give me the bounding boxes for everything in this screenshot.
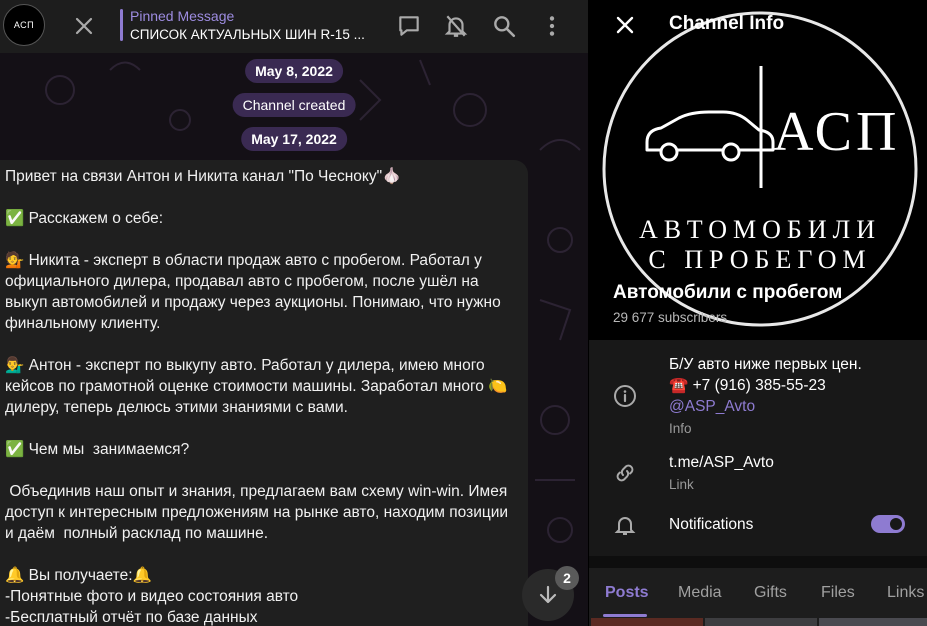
message-blank-line bbox=[5, 187, 518, 208]
service-message: Channel created bbox=[232, 93, 356, 117]
message-line: ✅ Чем мы занимаемся? bbox=[5, 441, 190, 458]
search-icon[interactable] bbox=[491, 13, 517, 39]
info-row[interactable]: Б/У авто ниже первых цен. ☎️ +7 (916) 38… bbox=[589, 340, 927, 440]
link-value: t.me/ASP_Avto bbox=[669, 454, 774, 471]
tab-media[interactable]: Media bbox=[678, 584, 722, 602]
message-blank-line bbox=[5, 418, 518, 439]
arrow-down-icon bbox=[539, 585, 557, 604]
info-icon bbox=[614, 385, 636, 407]
description-line: Б/У авто ниже первых цен. bbox=[669, 356, 862, 373]
message-line: 💁 Никита - эксперт в области продаж авто… bbox=[5, 252, 506, 332]
link-icon bbox=[616, 464, 634, 482]
date-separator: May 17, 2022 bbox=[241, 127, 347, 151]
link-label: Link bbox=[669, 477, 694, 492]
close-icon[interactable] bbox=[613, 13, 637, 37]
chat-view: АСП Pinned Message СПИСОК АКТУАЛЬНЫХ ШИН… bbox=[0, 0, 588, 626]
message-line: ✅ Расскажем о себе: bbox=[5, 210, 163, 227]
pinned-text[interactable]: СПИСОК АКТУАЛЬНЫХ ШИН R-15 ... bbox=[130, 27, 365, 42]
section-divider bbox=[589, 556, 927, 568]
more-icon[interactable] bbox=[539, 13, 565, 39]
tab-gifts[interactable]: Gifts bbox=[754, 584, 787, 602]
tab-files[interactable]: Files bbox=[821, 584, 855, 602]
notifications-toggle[interactable] bbox=[871, 515, 905, 533]
message-line: 🔔 Вы получаете:🔔 bbox=[5, 567, 152, 584]
message-blank-line bbox=[5, 229, 518, 250]
message-blank-line bbox=[5, 334, 518, 355]
description-label: Info bbox=[669, 421, 692, 436]
unread-badge: 2 bbox=[555, 566, 579, 590]
post-thumbnail[interactable] bbox=[591, 618, 703, 626]
post-thumbnail[interactable] bbox=[705, 618, 817, 626]
tab-links[interactable]: Links bbox=[887, 584, 924, 602]
link-row[interactable]: t.me/ASP_Avto Link bbox=[589, 440, 927, 502]
description-link[interactable]: @ASP_Avto bbox=[669, 396, 755, 417]
channel-avatar-text: АСП bbox=[13, 20, 35, 30]
chat-header: АСП Pinned Message СПИСОК АКТУАЛЬНЫХ ШИН… bbox=[0, 0, 588, 53]
panel-title: Channel Info bbox=[669, 13, 785, 34]
channel-info-panel: АСП АВТОМОБИЛИ С ПРОБЕГОМ Channel Info А… bbox=[588, 0, 927, 626]
message-line: Привет на связи Антон и Никита канал "По… bbox=[5, 168, 402, 185]
logo-line-1: АВТОМОБИЛИ bbox=[639, 215, 881, 244]
post-thumbnail[interactable] bbox=[819, 618, 927, 626]
description-line: ☎️ +7 (916) 385-55-23 bbox=[669, 377, 826, 394]
channel-avatar[interactable]: АСП bbox=[3, 4, 45, 46]
message-bubble[interactable]: Привет на связи Антон и Никита канал "По… bbox=[0, 160, 528, 626]
active-tab-indicator bbox=[603, 614, 647, 617]
media-tabs: Posts Media Gifts Files Links bbox=[589, 568, 927, 626]
close-icon[interactable] bbox=[72, 14, 96, 38]
message-blank-line bbox=[5, 544, 518, 565]
notifications-label: Notifications bbox=[669, 516, 754, 533]
date-separator: May 8, 2022 bbox=[245, 59, 343, 83]
message-line: -Понятные фото и видео состояния авто bbox=[5, 588, 299, 605]
bell-icon bbox=[614, 517, 636, 535]
logo-main-text: АСП bbox=[773, 101, 900, 163]
channel-name: Автомобили с пробегом bbox=[613, 282, 843, 303]
pinned-indicator bbox=[120, 9, 123, 41]
message-line: -Бесплатный отчёт по базе данных bbox=[5, 609, 258, 626]
tab-posts[interactable]: Posts bbox=[605, 584, 649, 602]
message-line: 💁‍♂️ Антон - эксперт по выкупу авто. Раб… bbox=[5, 357, 512, 416]
info-header: Channel Info bbox=[589, 0, 927, 50]
comments-icon[interactable] bbox=[396, 13, 422, 39]
message-text: Привет на связи Антон и Никита канал "По… bbox=[5, 166, 518, 626]
pinned-title[interactable]: Pinned Message bbox=[130, 8, 234, 24]
subscriber-count: 29 677 subscribers bbox=[613, 310, 728, 325]
mute-bell-icon[interactable] bbox=[443, 13, 469, 39]
logo-line-2: С ПРОБЕГОМ bbox=[648, 245, 871, 274]
message-line: Объединив наш опыт и знания, предлагаем … bbox=[5, 483, 513, 542]
message-blank-line bbox=[5, 460, 518, 481]
